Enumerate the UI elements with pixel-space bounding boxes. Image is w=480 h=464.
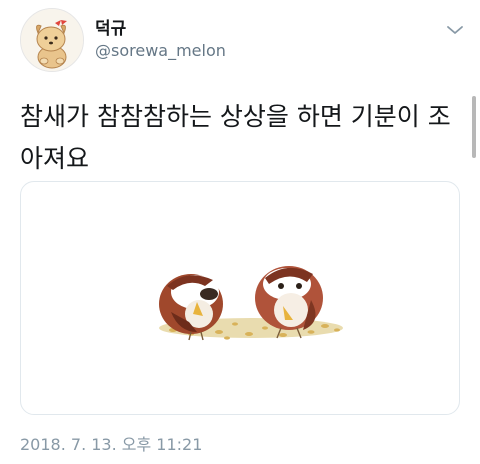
- tweet-media[interactable]: [20, 181, 460, 415]
- user-handle[interactable]: @sorewa_melon: [95, 41, 226, 60]
- tweet-timestamp[interactable]: 2018. 7. 13. 오후 11:21: [20, 431, 202, 455]
- dog-avatar-icon: [21, 9, 83, 71]
- chevron-down-icon[interactable]: [446, 24, 464, 36]
- sparrows-illustration: [159, 266, 343, 341]
- display-name[interactable]: 덕규: [95, 14, 126, 39]
- scrollbar[interactable]: [472, 96, 476, 158]
- tweet-text: 참새가 참참참하는 상상을 하면 기분이 조아져요: [20, 102, 451, 173]
- author-avatar[interactable]: [20, 8, 84, 72]
